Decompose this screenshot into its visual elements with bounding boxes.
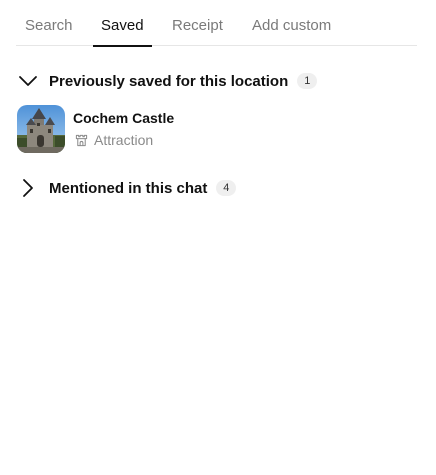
tab-receipt[interactable]: Receipt <box>172 0 223 46</box>
castle-icon <box>75 134 88 146</box>
section-header-mentioned-in-chat[interactable]: Mentioned in this chat 4 <box>16 176 237 200</box>
count-badge: 4 <box>216 180 237 196</box>
chevron-down-icon <box>19 76 37 86</box>
tab-saved[interactable]: Saved <box>93 0 152 47</box>
place-name: Cochem Castle <box>73 110 175 126</box>
tab-bar: Search Saved Receipt Add custom <box>16 0 417 47</box>
tab-add-custom[interactable]: Add custom <box>252 0 331 46</box>
saved-place-item[interactable]: Cochem Castle Attraction <box>16 104 316 154</box>
section-title: Mentioned in this chat <box>49 179 208 197</box>
tab-search[interactable]: Search <box>25 0 73 46</box>
section-title: Previously saved for this location <box>49 72 289 90</box>
count-badge: 1 <box>297 73 318 89</box>
place-type: Attraction <box>75 131 153 149</box>
place-type-label: Attraction <box>94 132 154 148</box>
place-thumbnail <box>17 105 65 153</box>
section-header-previously-saved[interactable]: Previously saved for this location 1 <box>16 69 318 93</box>
chevron-right-icon <box>23 179 33 197</box>
